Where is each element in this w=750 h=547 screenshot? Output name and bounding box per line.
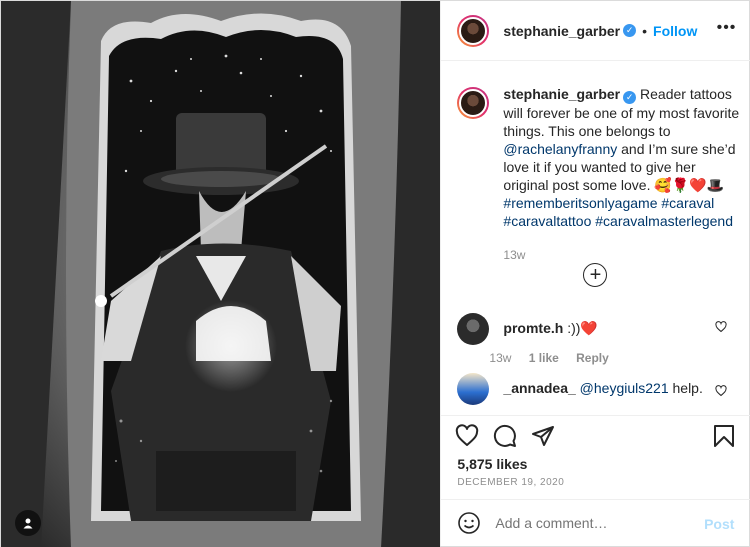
separator-dot: • (642, 22, 648, 39)
share-icon[interactable] (531, 424, 555, 448)
post-caption: stephanie_garber ✓ Reader tattoos will fo… (457, 85, 739, 264)
avatar[interactable] (457, 14, 490, 47)
verified-badge-icon: ✓ (623, 24, 637, 37)
comment-text: :))❤️ (567, 320, 598, 336)
header-username[interactable]: stephanie_garber (503, 23, 620, 39)
comment-input[interactable] (495, 515, 696, 531)
commenter-avatar[interactable] (457, 313, 490, 345)
comment-username[interactable]: promte.h (503, 320, 563, 336)
post-date[interactable]: DECEMBER 19, 2020 (457, 477, 564, 488)
caption-time[interactable]: 13w (503, 246, 739, 264)
hashtag[interactable]: #caraval (661, 195, 714, 211)
post-sidebar: stephanie_garber ✓ • Follow ••• stephani… (440, 1, 750, 546)
ellipsis-icon[interactable]: ••• (717, 20, 737, 36)
caption-mention[interactable]: @rachelanyfranny (503, 141, 617, 157)
comment-mention[interactable]: @heygiuls221 (580, 380, 669, 396)
plus-circle-icon[interactable]: + (583, 263, 608, 287)
reply-button[interactable]: Reply (576, 351, 609, 365)
heart-icon[interactable] (715, 385, 727, 397)
bookmark-icon[interactable] (712, 424, 736, 448)
comment-item: _annadea_ @heygiuls221 help. (457, 373, 739, 405)
comment-text: help. (672, 380, 703, 396)
likes-count[interactable]: 5,875 likes (457, 456, 527, 472)
smiley-icon[interactable] (457, 511, 481, 535)
person-icon (23, 518, 33, 529)
caption-avatar[interactable] (457, 87, 490, 119)
comment-meta: 13w 1 like Reply (489, 351, 622, 365)
comment-username[interactable]: _annadea_ (503, 380, 575, 396)
post-header: stephanie_garber ✓ • Follow ••• (441, 1, 750, 61)
caption-emoji: 🥰🌹❤️🎩 (654, 177, 725, 193)
heart-icon[interactable] (715, 321, 727, 333)
hashtag[interactable]: #caravalmasterlegend (595, 213, 733, 229)
caption-username[interactable]: stephanie_garber (503, 86, 620, 102)
add-comment-bar: Post (441, 499, 750, 546)
post-button[interactable]: Post (704, 516, 734, 532)
instagram-post: stephanie_garber ✓ • Follow ••• stephani… (0, 0, 750, 547)
hashtag[interactable]: #rememberitsonlyagame (503, 195, 657, 211)
follow-button[interactable]: Follow (653, 23, 697, 39)
comment-body: promte.h :))❤️ (503, 313, 622, 337)
user-tag-button[interactable] (15, 510, 41, 536)
comment-likes[interactable]: 1 like (529, 351, 559, 365)
heart-icon[interactable] (455, 424, 479, 448)
verified-badge-icon: ✓ (623, 91, 637, 104)
comment-time[interactable]: 13w (489, 351, 511, 365)
caption-text: stephanie_garber ✓ Reader tattoos will fo… (503, 85, 739, 264)
hashtag[interactable]: #caravaltattoo (503, 213, 591, 229)
comment-body: _annadea_ @heygiuls221 help. (503, 373, 702, 397)
tattoo-photo (1, 1, 441, 547)
action-bar (441, 415, 750, 455)
comment-item: promte.h :))❤️ 13w 1 like Reply (457, 313, 739, 365)
commenter-avatar[interactable] (457, 373, 490, 405)
post-image[interactable] (1, 1, 441, 547)
comment-icon[interactable] (493, 424, 517, 448)
